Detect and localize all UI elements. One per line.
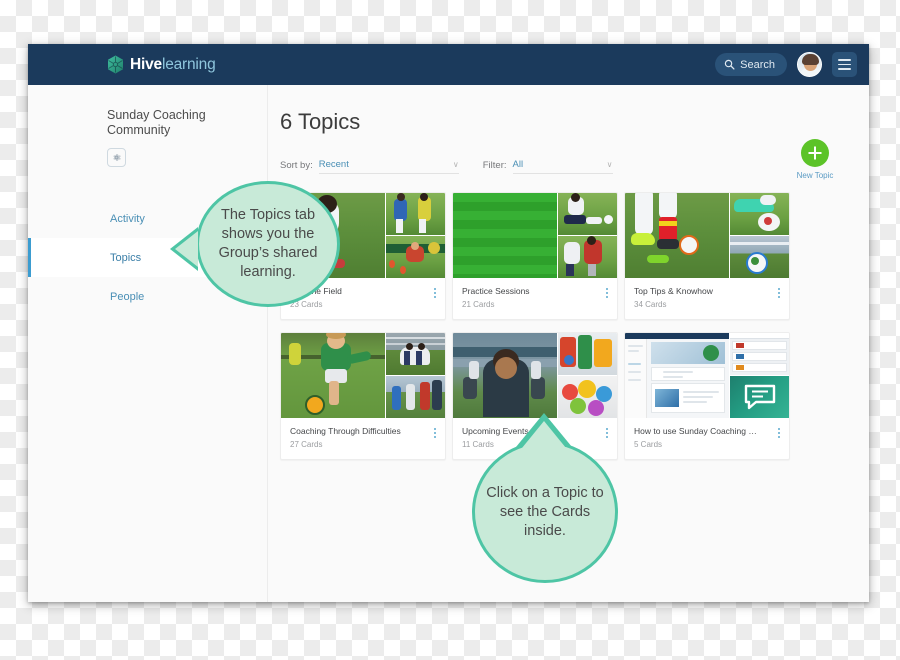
hamburger-line xyxy=(838,68,851,70)
thumbnail-image-secondary xyxy=(558,193,617,278)
more-options-icon[interactable] xyxy=(434,428,436,438)
hamburger-line xyxy=(838,63,851,66)
brand-name-secondary: learning xyxy=(161,55,216,73)
topic-card-title: Practice Sessions xyxy=(462,286,530,296)
hamburger-menu-icon[interactable] xyxy=(832,52,857,77)
callout-bubble: Click on a Topic to see the Cards inside… xyxy=(472,441,618,583)
sort-by-label: Sort by: xyxy=(280,160,313,171)
thumbnail-image-secondary xyxy=(386,193,445,278)
topic-thumbnail xyxy=(453,333,617,418)
new-topic-label: New Topic xyxy=(796,171,834,180)
thumbnail-image-secondary xyxy=(730,333,789,418)
speech-bubble-icon xyxy=(744,384,775,410)
sidebar-item-label: Activity xyxy=(110,212,145,225)
callout-bubble: The Topics tab shows you the Group’s sha… xyxy=(196,181,340,307)
avatar-hair xyxy=(802,54,819,65)
more-options-icon[interactable] xyxy=(434,288,436,298)
hive-hexagon-icon xyxy=(108,55,123,74)
group-title: Sunday Coaching Community xyxy=(107,108,206,137)
filter-control[interactable]: Filter: All ∨ xyxy=(483,159,613,174)
more-options-icon[interactable] xyxy=(778,288,780,298)
callout-tail-inner xyxy=(522,421,566,448)
topic-card-body: Top Tips & Knowhow 34 Cards xyxy=(625,278,789,319)
filter-select[interactable]: All ∨ xyxy=(512,159,613,174)
thumbnail-image-main xyxy=(281,333,385,418)
sort-by-control[interactable]: Sort by: Recent ∨ xyxy=(280,159,459,174)
more-options-icon[interactable] xyxy=(606,428,608,438)
thumbnail-image-main xyxy=(453,333,557,418)
sort-by-select[interactable]: Recent ∨ xyxy=(318,159,459,174)
thumbnail-image-secondary xyxy=(558,333,617,418)
topic-thumbnail xyxy=(453,193,617,278)
list-controls: Sort by: Recent ∨ Filter: All ∨ xyxy=(280,159,847,174)
page-title: 6 Topics xyxy=(280,109,361,134)
topic-card[interactable]: Coaching Through Difficulties 27 Cards xyxy=(280,332,446,460)
callout-topics-tab: The Topics tab shows you the Group’s sha… xyxy=(170,181,340,307)
gear-icon xyxy=(113,154,121,161)
topic-thumbnail xyxy=(625,333,789,418)
top-navigation-bar: Hivelearning Search xyxy=(28,44,869,85)
sidebar: Sunday Coaching Community Activity Topic… xyxy=(28,85,268,602)
more-options-icon[interactable] xyxy=(606,288,608,298)
topic-card[interactable]: How to use Sunday Coaching Com... 5 Card… xyxy=(624,332,790,460)
avatar[interactable] xyxy=(797,52,822,77)
sidebar-item-label: Topics xyxy=(110,251,142,264)
topic-thumbnail xyxy=(281,333,445,418)
search-icon xyxy=(724,59,735,70)
brand-logo[interactable]: Hivelearning xyxy=(107,55,216,74)
top-bar-actions: Search xyxy=(715,52,857,77)
topic-card-body: Coaching Through Difficulties 27 Cards xyxy=(281,418,445,459)
callout-text: Click on a Topic to see the Cards inside… xyxy=(486,484,604,539)
callout-click-topic: Click on a Topic to see the Cards inside… xyxy=(472,413,618,583)
thumbnail-image-main xyxy=(625,193,729,278)
filter-label: Filter: xyxy=(482,160,507,171)
thumbnail-image-secondary xyxy=(730,193,789,278)
callout-text: The Topics tab shows you the Group’s sha… xyxy=(218,207,318,280)
topic-card-count: 5 Cards xyxy=(634,440,663,449)
topic-card-title: Coaching Through Difficulties xyxy=(290,426,401,436)
sidebar-item-label: People xyxy=(110,290,145,303)
topic-card-count: 21 Cards xyxy=(462,300,495,309)
topic-card-body: Practice Sessions 21 Cards xyxy=(453,278,617,319)
topic-card-body: How to use Sunday Coaching Com... 5 Card… xyxy=(625,418,789,459)
chevron-down-icon: ∨ xyxy=(606,160,613,169)
thumbnail-image-secondary xyxy=(386,333,445,418)
search-button-label: Search xyxy=(740,58,775,71)
filter-value: All xyxy=(512,159,524,170)
app-body: Sunday Coaching Community Activity Topic… xyxy=(28,85,869,602)
more-options-icon[interactable] xyxy=(778,428,780,438)
group-settings-button[interactable] xyxy=(107,148,126,167)
topic-thumbnail xyxy=(625,193,789,278)
topic-card[interactable]: Top Tips & Knowhow 34 Cards xyxy=(624,192,790,320)
hamburger-line xyxy=(838,59,851,61)
new-topic-button[interactable]: New Topic xyxy=(787,139,843,180)
plus-icon xyxy=(801,139,829,167)
thumbnail-image-main xyxy=(625,333,729,418)
topic-card[interactable]: Practice Sessions 21 Cards xyxy=(452,192,618,320)
topic-card-title: Top Tips & Knowhow xyxy=(634,286,713,296)
sort-by-value: Recent xyxy=(318,159,349,170)
brand-name-primary: Hive xyxy=(130,55,162,73)
topic-card-count: 34 Cards xyxy=(634,300,667,309)
callout-tail-inner xyxy=(175,231,198,267)
topic-card-title: How to use Sunday Coaching Com... xyxy=(634,426,759,436)
thumbnail-image-main xyxy=(453,193,557,278)
search-button[interactable]: Search xyxy=(715,53,787,76)
chevron-down-icon: ∨ xyxy=(452,160,459,169)
app-window: Hivelearning Search Sunday Coaching Comm… xyxy=(28,44,869,602)
topic-card-count: 27 Cards xyxy=(290,440,323,449)
